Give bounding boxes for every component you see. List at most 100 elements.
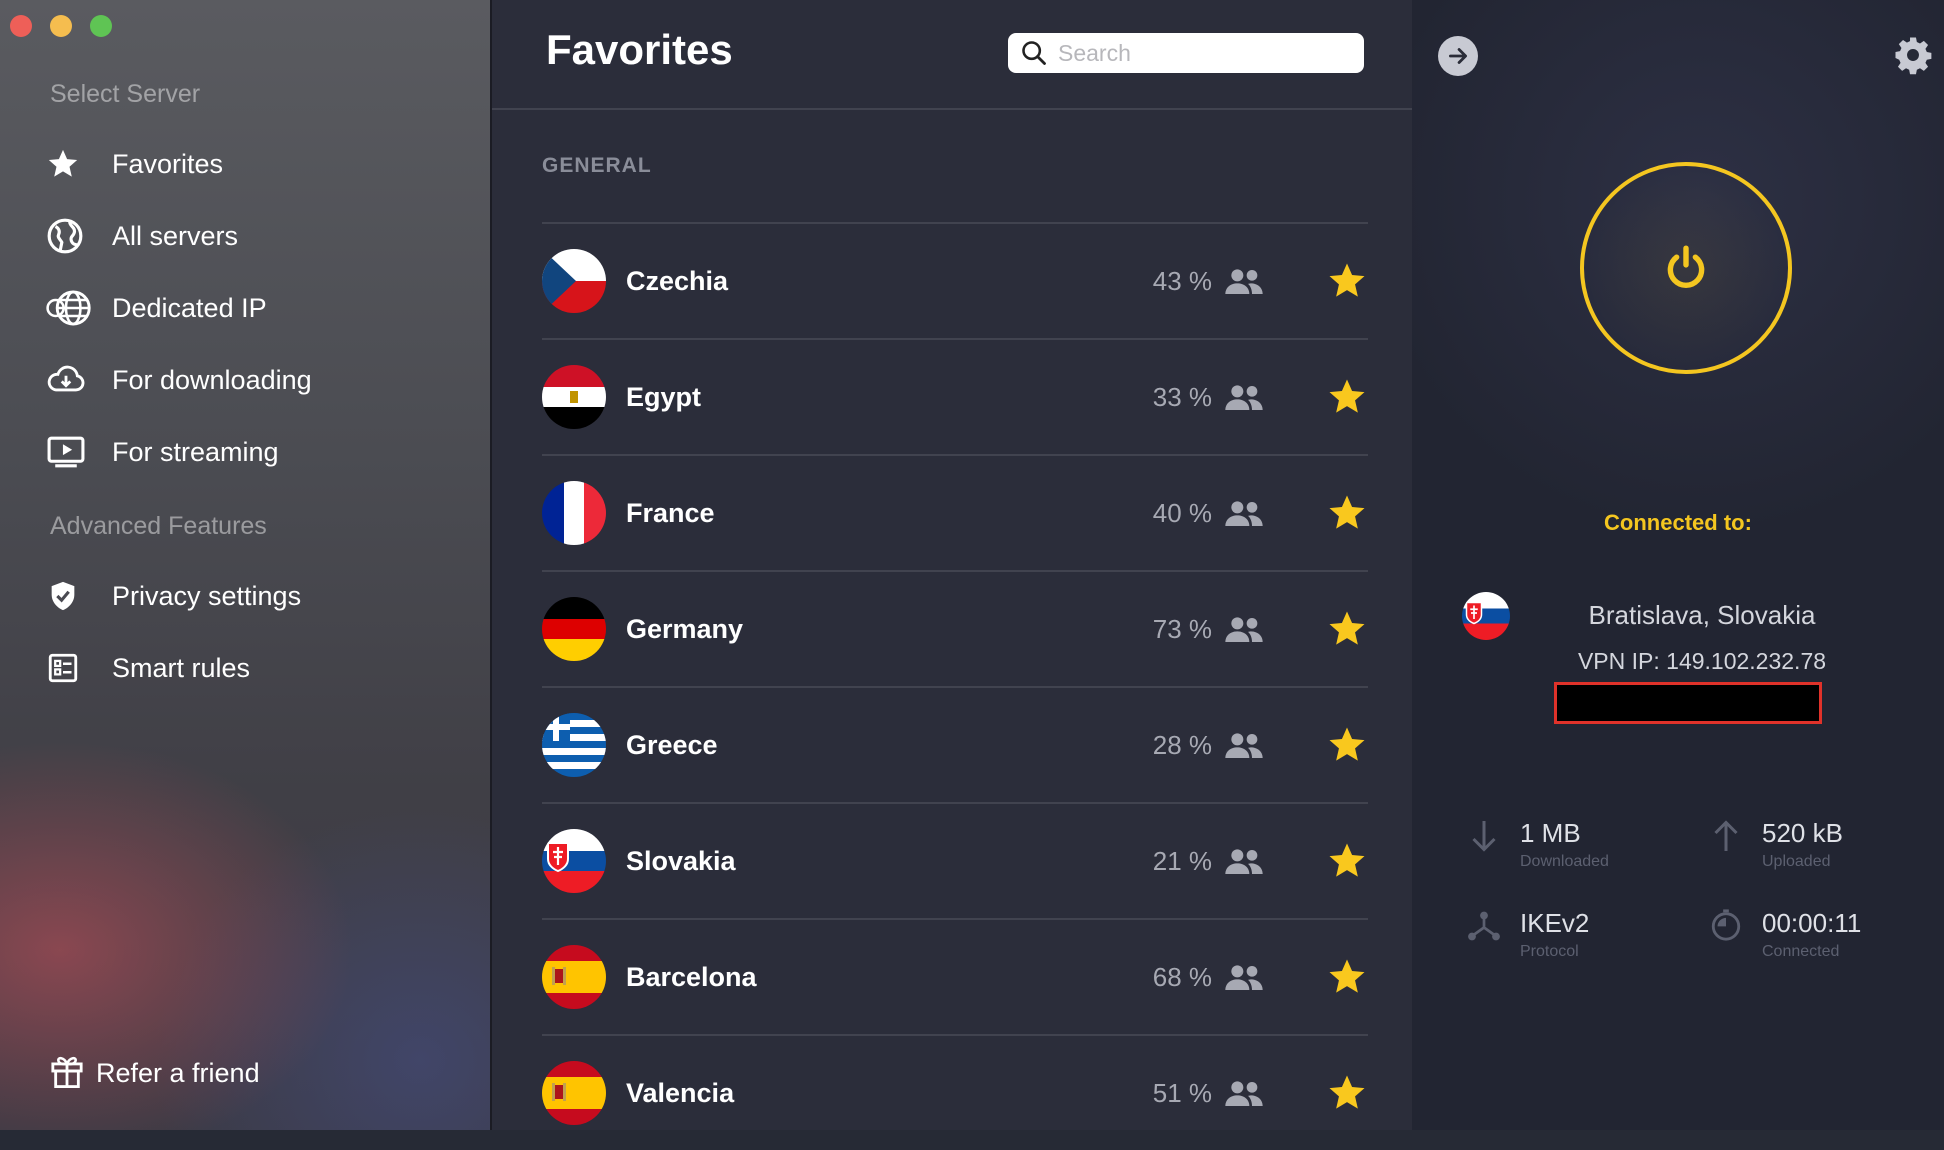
downloaded-stat: 1 MB Downloaded [1462, 818, 1609, 871]
arrow-down-icon [1462, 818, 1506, 871]
server-load: 51 % [1152, 1077, 1212, 1108]
sidebar-item-label: For downloading [112, 364, 312, 395]
connected-time-label: Connected [1762, 943, 1840, 960]
users-icon [1224, 964, 1264, 997]
server-row-valencia[interactable]: Valencia 51 % [542, 1034, 1368, 1150]
sidebar-item-label: Privacy settings [112, 580, 302, 611]
users-icon [1224, 848, 1264, 881]
connected-to-label: Connected to: [1604, 510, 1752, 535]
star-icon [46, 144, 94, 184]
protocol-nodes-icon [1462, 908, 1506, 961]
spain-flag-icon [542, 1061, 606, 1125]
sidebar-item-smart-rules[interactable]: Smart rules [46, 640, 466, 696]
downloaded-label: Downloaded [1520, 853, 1609, 870]
connected-time-stat: 00:00:11 Connected [1704, 908, 1861, 961]
vpn-ip: VPN IP: 149.102.232.78 [1577, 648, 1827, 674]
server-row-czechia[interactable]: Czechia 43 % [542, 222, 1368, 338]
sidebar-item-for-streaming[interactable]: For streaming [46, 424, 466, 480]
sidebar-item-label: Favorites [112, 148, 224, 179]
slovakia-flag-icon [1462, 592, 1510, 640]
refer-a-friend-button[interactable]: Refer a friend [50, 1052, 260, 1095]
minimize-window-button[interactable] [50, 15, 72, 37]
server-load: 73 % [1152, 613, 1212, 644]
connected-time-value: 00:00:11 [1762, 908, 1862, 938]
sidebar-item-favorites[interactable]: Favorites [46, 136, 466, 192]
header-divider [492, 108, 1414, 110]
server-load: 33 % [1152, 381, 1212, 412]
redaction-box [1554, 682, 1822, 724]
favorite-star-icon[interactable] [1326, 1072, 1368, 1119]
favorite-star-icon[interactable] [1326, 608, 1368, 655]
sidebar-item-privacy-settings[interactable]: Privacy settings [46, 568, 466, 624]
server-list: Czechia 43 % Egypt 33 % France 40 % Germ… [542, 222, 1368, 1150]
connection-panel: Connected to: Bratislava, Slovakia VPN I… [1412, 0, 1944, 1130]
server-load: 68 % [1152, 961, 1212, 992]
close-window-button[interactable] [10, 15, 32, 37]
connect-toggle-button[interactable] [1580, 162, 1792, 374]
uploaded-value: 520 kB [1762, 818, 1843, 848]
arrow-up-icon [1704, 818, 1748, 871]
users-icon [1224, 616, 1264, 649]
settings-button[interactable] [1892, 34, 1934, 76]
power-icon [1661, 243, 1711, 293]
favorite-star-icon[interactable] [1326, 840, 1368, 887]
server-name: Czechia [626, 265, 729, 296]
sidebar-item-all-servers[interactable]: All servers [46, 208, 466, 264]
dedicated-globe-icon [46, 288, 94, 328]
greece-flag-icon [542, 713, 606, 777]
play-screen-icon [46, 432, 94, 472]
favorite-star-icon[interactable] [1326, 492, 1368, 539]
server-row-greece[interactable]: Greece 28 % [542, 686, 1368, 802]
users-icon [1224, 1080, 1264, 1113]
favorite-star-icon[interactable] [1326, 376, 1368, 423]
server-name: France [626, 497, 715, 528]
search-box[interactable] [1008, 33, 1364, 73]
downloaded-value: 1 MB [1520, 818, 1581, 848]
sidebar-item-for-downloading[interactable]: For downloading [46, 352, 466, 408]
server-row-egypt[interactable]: Egypt 33 % [542, 338, 1368, 454]
server-row-barcelona[interactable]: Barcelona 68 % [542, 918, 1368, 1034]
collapse-panel-button[interactable] [1438, 36, 1478, 76]
sidebar: Select Server Favorites All servers Dedi… [0, 0, 490, 1130]
server-row-france[interactable]: France 40 % [542, 454, 1368, 570]
globe-icon [46, 216, 94, 256]
uploaded-label: Uploaded [1762, 853, 1831, 870]
favorite-star-icon[interactable] [1326, 724, 1368, 771]
protocol-label: Protocol [1520, 943, 1579, 960]
zoom-window-button[interactable] [90, 15, 112, 37]
users-icon [1224, 500, 1264, 533]
section-title-select-server: Select Server [50, 80, 201, 108]
server-list-panel: Favorites GENERAL Czechia 43 % Egypt 33 … [490, 0, 1414, 1130]
gift-icon [50, 1052, 84, 1095]
server-load: 28 % [1152, 729, 1212, 760]
spain-flag-icon [542, 945, 606, 1009]
server-name: Valencia [626, 1077, 735, 1108]
favorite-star-icon[interactable] [1326, 956, 1368, 1003]
server-name: Germany [626, 613, 744, 644]
group-label-general: GENERAL [542, 154, 652, 177]
server-name: Egypt [626, 381, 702, 412]
sidebar-item-dedicated-ip[interactable]: Dedicated IP [46, 280, 466, 336]
section-title-advanced-features: Advanced Features [50, 512, 267, 540]
sidebar-item-label: Dedicated IP [112, 292, 267, 323]
server-load: 40 % [1152, 497, 1212, 528]
sidebar-item-label: For streaming [112, 436, 279, 467]
france-flag-icon [542, 481, 606, 545]
search-input[interactable] [1056, 38, 1350, 68]
czechia-flag-icon [542, 249, 606, 313]
server-name: Greece [626, 729, 718, 760]
protocol-stat: IKEv2 Protocol [1462, 908, 1589, 961]
uploaded-stat: 520 kB Uploaded [1704, 818, 1843, 871]
server-row-germany[interactable]: Germany 73 % [542, 570, 1368, 686]
favorite-star-icon[interactable] [1326, 260, 1368, 307]
page-title: Favorites [546, 26, 733, 73]
germany-flag-icon [542, 597, 606, 661]
cloud-download-icon [46, 360, 94, 400]
users-icon [1224, 268, 1264, 301]
connected-location: Bratislava, Slovakia [1588, 600, 1816, 630]
gear-icon [1892, 34, 1934, 76]
protocol-value: IKEv2 [1520, 908, 1590, 938]
server-row-slovakia[interactable]: Slovakia 21 % [542, 802, 1368, 918]
users-icon [1224, 732, 1264, 765]
sidebar-item-label: Smart rules [112, 652, 251, 683]
